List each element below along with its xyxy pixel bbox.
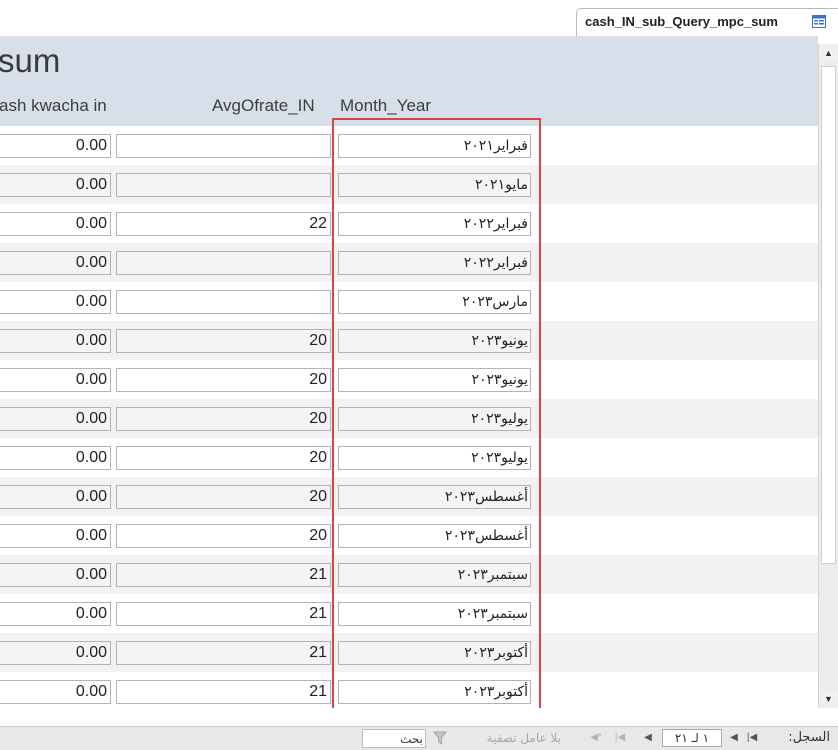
- cash-field[interactable]: 0.00: [0, 680, 111, 704]
- rate-field[interactable]: 21: [116, 602, 331, 626]
- rate-field[interactable]: 21: [116, 641, 331, 665]
- cash-field[interactable]: 0.00: [0, 173, 111, 197]
- month-year-field[interactable]: أكتوبر٢٠٢٣: [338, 680, 531, 704]
- table-row[interactable]: 0.00 فبراير٢٠٢٢: [0, 243, 818, 282]
- table-row[interactable]: 0.00 21 سبتمبر٢٠٢٣: [0, 594, 818, 633]
- cash-field[interactable]: 0.00: [0, 446, 111, 470]
- document-tab[interactable]: cash_IN_sub_Query_mpc_sum: [576, 8, 838, 36]
- form-icon: [812, 15, 826, 28]
- document-tab-strip: cash_IN_sub_Query_mpc_sum: [0, 0, 838, 36]
- cash-field[interactable]: 0.00: [0, 290, 111, 314]
- cash-field[interactable]: 0.00: [0, 524, 111, 548]
- rate-field[interactable]: 21: [116, 563, 331, 587]
- scroll-down-button[interactable]: ▼: [819, 690, 838, 708]
- table-row[interactable]: 0.00 20 يوليو٢٠٢٣: [0, 399, 818, 438]
- form-header: sum ash kwacha in AvgOfrate_IN Month_Yea…: [0, 36, 818, 126]
- filter-indicator[interactable]: بلا عامل تصفية: [433, 730, 561, 748]
- column-label-cash: ash kwacha in: [0, 96, 107, 115]
- record-label: السجل:: [788, 730, 830, 745]
- rate-field[interactable]: 20: [116, 329, 331, 353]
- rate-field[interactable]: [116, 173, 331, 197]
- filter-icon: [433, 731, 447, 745]
- cash-field[interactable]: 0.00: [0, 134, 111, 158]
- table-row[interactable]: 0.00 20 يونيو٢٠٢٣: [0, 321, 818, 360]
- table-row[interactable]: 0.00 20 يوليو٢٠٢٣: [0, 438, 818, 477]
- table-row[interactable]: 0.00 20 يونيو٢٠٢٣: [0, 360, 818, 399]
- column-label-month: Month_Year: [340, 96, 432, 115]
- rate-field[interactable]: 20: [116, 524, 331, 548]
- rate-field[interactable]: 22: [116, 212, 331, 236]
- month-year-field[interactable]: يوليو٢٠٢٣: [338, 407, 531, 431]
- filter-label: بلا عامل تصفية: [486, 731, 561, 745]
- month-year-field[interactable]: أغسطس٢٠٢٣: [338, 524, 531, 548]
- rate-field[interactable]: 20: [116, 446, 331, 470]
- cash-field[interactable]: 0.00: [0, 368, 111, 392]
- next-record-icon[interactable]: ◀: [640, 730, 656, 746]
- month-year-field[interactable]: سبتمبر٢٠٢٣: [338, 563, 531, 587]
- table-row[interactable]: 0.00 20 أغسطس٢٠٢٣: [0, 477, 818, 516]
- record-navigation-bar: السجل: |◀ ◀ ١ لـ ٢١ ◀ |◀ ◀* بلا عامل تصف…: [0, 726, 838, 750]
- column-label-rate: AvgOfrate_IN: [212, 96, 315, 115]
- month-year-field[interactable]: فبراير٢٠٢١: [338, 134, 531, 158]
- rate-field[interactable]: [116, 134, 331, 158]
- cash-field[interactable]: 0.00: [0, 485, 111, 509]
- table-row[interactable]: 0.00 21 سبتمبر٢٠٢٣: [0, 555, 818, 594]
- table-row[interactable]: 0.00 22 فبراير٢٠٢٢: [0, 204, 818, 243]
- rate-field[interactable]: 20: [116, 368, 331, 392]
- month-year-field[interactable]: أكتوبر٢٠٢٣: [338, 641, 531, 665]
- table-row[interactable]: 0.00 مايو٢٠٢١: [0, 165, 818, 204]
- month-year-field[interactable]: مارس٢٠٢٣: [338, 290, 531, 314]
- cash-field[interactable]: 0.00: [0, 407, 111, 431]
- month-year-field[interactable]: مايو٢٠٢١: [338, 173, 531, 197]
- table-row[interactable]: 0.00 مارس٢٠٢٣: [0, 282, 818, 321]
- rate-field[interactable]: [116, 290, 331, 314]
- cash-field[interactable]: 0.00: [0, 641, 111, 665]
- table-row[interactable]: 0.00 فبراير٢٠٢١: [0, 126, 818, 165]
- scroll-up-button[interactable]: ▲: [819, 44, 838, 62]
- cash-field[interactable]: 0.00: [0, 212, 111, 236]
- month-year-field[interactable]: فبراير٢٠٢٢: [338, 251, 531, 275]
- new-record-icon[interactable]: ◀*: [588, 730, 604, 746]
- table-row[interactable]: 0.00 21 أكتوبر٢٠٢٣: [0, 633, 818, 672]
- tab-title: cash_IN_sub_Query_mpc_sum: [585, 14, 778, 29]
- record-counter[interactable]: ١ لـ ٢١: [662, 729, 722, 747]
- scroll-thumb[interactable]: [821, 66, 836, 564]
- vertical-scrollbar[interactable]: ▲ ▼: [818, 44, 838, 708]
- cash-field[interactable]: 0.00: [0, 602, 111, 626]
- last-record-icon[interactable]: |◀: [612, 730, 628, 746]
- month-year-field[interactable]: سبتمبر٢٠٢٣: [338, 602, 531, 626]
- search-input[interactable]: [362, 729, 426, 748]
- table-row[interactable]: 0.00 21 أكتوبر٢٠٢٣: [0, 672, 818, 708]
- month-year-field[interactable]: يوليو٢٠٢٣: [338, 446, 531, 470]
- month-year-field[interactable]: يونيو٢٠٢٣: [338, 329, 531, 353]
- month-year-field[interactable]: أغسطس٢٠٢٣: [338, 485, 531, 509]
- month-year-field[interactable]: فبراير٢٠٢٢: [338, 212, 531, 236]
- rate-field[interactable]: 21: [116, 680, 331, 704]
- month-year-field[interactable]: يونيو٢٠٢٣: [338, 368, 531, 392]
- table-row[interactable]: 0.00 20 أغسطس٢٠٢٣: [0, 516, 818, 555]
- rate-field[interactable]: 20: [116, 485, 331, 509]
- continuous-form: sum ash kwacha in AvgOfrate_IN Month_Yea…: [0, 36, 818, 708]
- first-record-icon[interactable]: |◀: [744, 730, 760, 746]
- form-title: sum: [0, 42, 61, 79]
- cash-field[interactable]: 0.00: [0, 329, 111, 353]
- cash-field[interactable]: 0.00: [0, 251, 111, 275]
- cash-field[interactable]: 0.00: [0, 563, 111, 587]
- rate-field[interactable]: [116, 251, 331, 275]
- rate-field[interactable]: 20: [116, 407, 331, 431]
- access-window: cash_IN_sub_Query_mpc_sum sum ash kwacha…: [0, 0, 838, 750]
- previous-record-icon[interactable]: ◀: [726, 730, 742, 746]
